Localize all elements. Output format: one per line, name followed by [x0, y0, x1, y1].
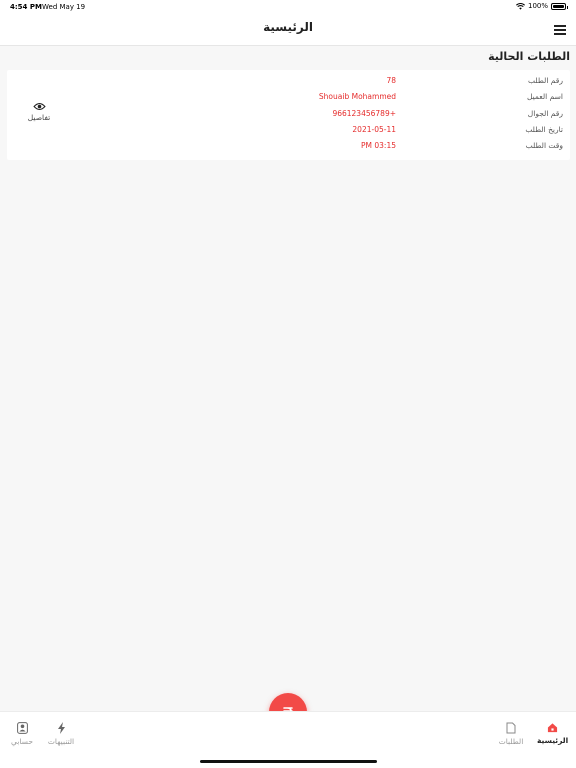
navigation-bar: الرئيسية	[0, 14, 576, 46]
tab-notifications-label: التنبيهات	[47, 737, 75, 746]
tab-orders-label: الطلبات	[498, 737, 524, 746]
mobile-number-label: رقم الجوال	[527, 109, 563, 118]
status-time: 4:54 PM	[10, 3, 42, 11]
document-icon	[506, 722, 516, 734]
order-number-label: رقم الطلب	[528, 76, 563, 85]
customer-name-label: اسم العميل	[526, 92, 563, 101]
order-number-value: 78	[386, 76, 396, 85]
tab-account[interactable]: حسابي	[9, 722, 35, 746]
customer-name-value: Shouaib Mohammed	[318, 92, 396, 101]
order-row-customer: اسم العميل Shouaib Mohammed	[213, 92, 563, 106]
status-bar: 4:54 PM Wed May 19 100%	[0, 0, 576, 14]
tab-home[interactable]: الرئيسية	[537, 722, 569, 745]
order-card[interactable]: رقم الطلب 78 اسم العميل Shouaib Mohammed…	[7, 70, 570, 160]
wifi-icon	[516, 2, 525, 10]
mobile-number-value: 966123456789+	[332, 109, 396, 118]
order-row-time: وقت الطلب PM 03:15	[213, 141, 563, 155]
battery-icon	[551, 2, 568, 10]
order-date-label: تاريخ الطلب	[525, 125, 563, 134]
battery-percentage: 100%	[527, 2, 548, 10]
status-indicators: 100%	[516, 2, 568, 10]
eye-icon	[32, 103, 46, 110]
status-date: Wed May 19	[42, 3, 86, 11]
tab-home-label: الرئيسية	[537, 736, 569, 745]
order-time-label: وقت الطلب	[525, 141, 563, 150]
order-row-number: رقم الطلب 78	[213, 76, 563, 90]
home-icon	[547, 723, 557, 733]
user-icon	[16, 722, 28, 734]
lightning-icon	[57, 722, 65, 734]
section-title: الطلبات الحالية	[488, 50, 570, 63]
page-title: الرئيسية	[263, 20, 313, 34]
tab-notifications[interactable]: التنبيهات	[44, 722, 78, 746]
details-button[interactable]: تفاصيل	[22, 102, 56, 122]
details-label: تفاصيل	[27, 113, 51, 122]
order-row-mobile: رقم الجوال 966123456789+	[213, 109, 563, 123]
order-time-value: PM 03:15	[361, 141, 396, 150]
order-date-value: 2021-05-11	[352, 125, 396, 134]
hamburger-menu-icon[interactable]	[554, 25, 566, 35]
home-indicator	[200, 760, 377, 763]
tab-account-label: حسابي	[11, 737, 33, 746]
order-row-date: تاريخ الطلب 2021-05-11	[213, 125, 563, 139]
tab-orders[interactable]: الطلبات	[496, 722, 526, 746]
battery-fill	[553, 4, 564, 8]
